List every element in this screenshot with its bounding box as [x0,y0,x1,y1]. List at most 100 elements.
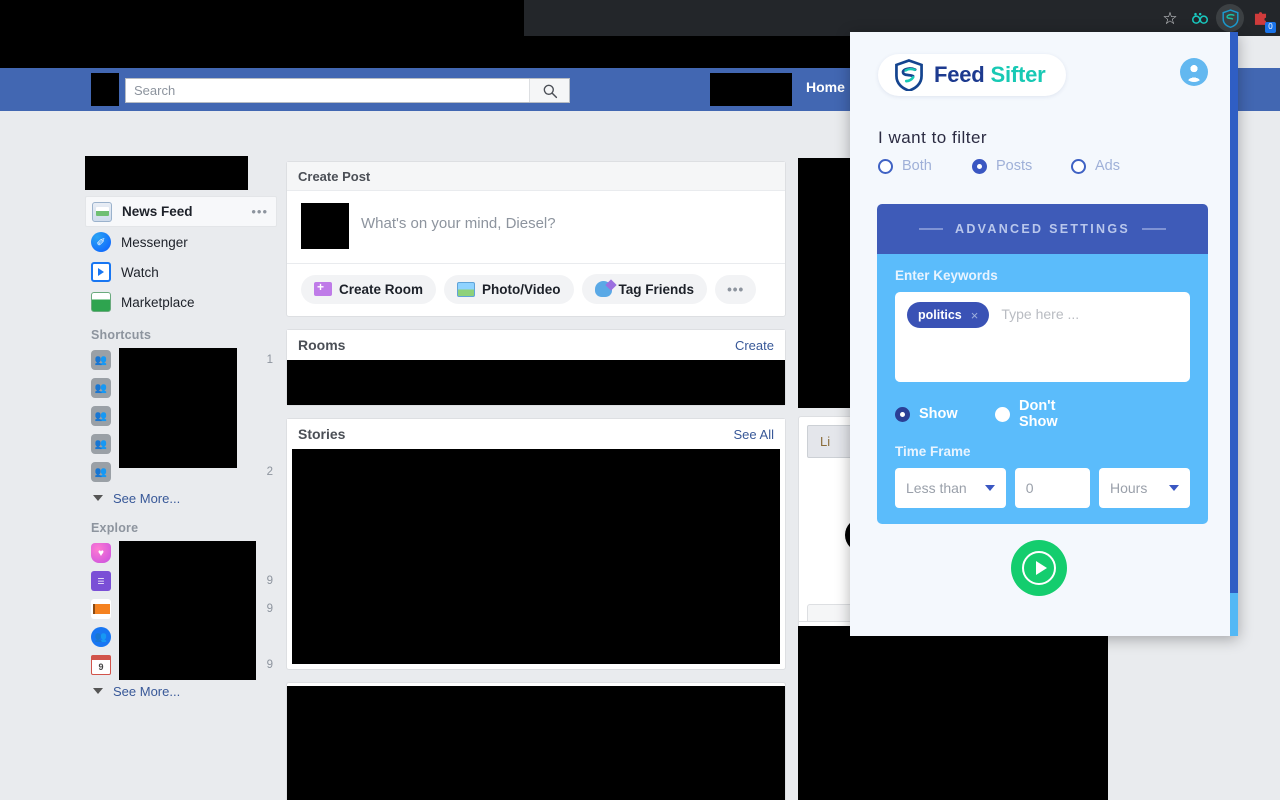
shortcut-item[interactable]: 1 [85,346,277,374]
filter-type-radio-group: Both Posts Ads [878,158,1198,174]
radio-option-ads[interactable]: Ads [1071,158,1120,174]
rooms-card: Rooms Create [286,329,786,406]
composer-actions: Create Room Photo/Video Tag Friends ••• [287,263,785,316]
group-icon [91,406,111,426]
composer-more-button[interactable]: ••• [715,274,757,304]
stories-title: Stories [298,426,346,442]
nav-home-link[interactable]: Home [806,79,845,95]
messenger-icon [91,232,111,252]
keyword-input[interactable] [1001,306,1172,322]
advanced-settings-body: Enter Keywords politics × Show Don't Sho… [877,254,1208,524]
explore-item[interactable]: 9 [85,567,277,595]
radio-label-show: Show [919,406,958,422]
bookmark-star-icon[interactable]: ☆ [1156,4,1184,32]
sidebar-item-marketplace[interactable]: Marketplace [85,287,277,317]
sidebar-item-label: News Feed [122,204,193,219]
group-icon [91,434,111,454]
composer-row[interactable]: What's on your mind, Diesel? [287,191,785,263]
radio-option-posts[interactable]: Posts [972,158,1071,174]
time-unit-select[interactable]: Hours [1098,468,1190,508]
radio-button-show[interactable] [895,406,910,422]
shortcut-item[interactable] [85,402,277,430]
time-value-input[interactable]: 0 [1014,468,1090,508]
feed-post-card [286,682,786,800]
stories-list-redacted [292,449,780,664]
explore-heading: Explore [91,521,139,535]
advanced-settings-header[interactable]: ADVANCED SETTINGS [877,204,1208,254]
shortcut-item[interactable] [85,430,277,458]
radio-button-both[interactable] [878,158,893,174]
extension-badge-count: 0 [1265,22,1276,33]
divider-left [919,228,943,230]
chevron-down-icon [984,485,995,491]
time-frame-label: Time Frame [895,444,971,459]
see-more-label: See More... [113,490,181,506]
create-room-label: Create Room [339,281,424,297]
sidebar-profile-redacted[interactable] [85,156,248,190]
shortcut-item[interactable] [85,374,277,402]
radio-option-dont-show[interactable]: Don't Show [995,398,1094,430]
browser-chrome: ☆ 0 [0,0,1280,36]
advanced-settings-panel: ADVANCED SETTINGS Enter Keywords politic… [877,204,1208,524]
shortcut-item[interactable]: 2 [85,458,277,486]
marketplace-icon [91,292,111,312]
profile-name-redacted[interactable] [710,73,792,106]
create-post-header: Create Post [287,162,785,191]
keywords-input-box[interactable]: politics × [895,292,1190,382]
shortcut-count: 1 [266,354,273,366]
radio-button-dont-show[interactable] [995,406,1010,422]
play-circle-icon [1022,551,1056,585]
sidebar-item-news-feed[interactable]: News Feed ••• [85,196,277,227]
keyword-remove-icon[interactable]: × [971,308,979,323]
sidebar-item-menu-icon[interactable]: ••• [251,204,268,219]
keyword-tag[interactable]: politics × [907,302,990,328]
popup-scrollbar-track[interactable] [1230,32,1238,636]
search-input[interactable] [126,83,529,98]
see-more-explore[interactable]: See More... [85,679,277,703]
sidebar-item-label: Watch [121,264,159,280]
stories-see-all-link[interactable]: See All [734,427,774,442]
radio-label-posts: Posts [996,158,1033,174]
extensions-puzzle-icon[interactable]: 0 [1246,4,1276,33]
explore-item[interactable] [85,539,277,567]
facebook-logo-redacted[interactable] [91,73,119,106]
stories-card: Stories See All [286,418,786,670]
composer-placeholder[interactable]: What's on your mind, Diesel? [361,203,556,232]
news-feed-icon [92,201,112,222]
create-room-button[interactable]: Create Room [301,274,437,304]
explore-item[interactable]: 9 [85,595,277,623]
chevron-down-icon [1169,485,1179,491]
popup-scrollbar-thumb[interactable] [1230,593,1238,636]
explore-item[interactable] [85,623,277,651]
rooms-create-link[interactable]: Create [735,338,774,353]
user-account-icon[interactable] [1180,58,1208,86]
radio-button-ads[interactable] [1071,158,1086,174]
keyword-tag-label: politics [918,308,962,322]
search-bar[interactable] [125,78,570,103]
stories-header: Stories See All [287,419,785,449]
run-filter-button[interactable] [1011,540,1067,596]
radio-option-both[interactable]: Both [878,158,972,174]
time-comparator-select[interactable]: Less than [895,468,1006,508]
keywords-label: Enter Keywords [895,268,998,283]
sidebar-item-watch[interactable]: Watch [85,257,277,287]
tag-friends-label: Tag Friends [618,281,695,297]
feed-sifter-extension-icon[interactable] [1216,4,1244,32]
radio-button-posts[interactable] [972,158,987,174]
glasses-extension-icon[interactable] [1186,4,1214,32]
explore-count: 9 [266,659,273,671]
radio-label-dont-show: Don't Show [1019,398,1058,430]
shortcut-count: 2 [266,466,273,478]
radio-option-show[interactable]: Show [895,406,995,422]
sidebar-item-messenger[interactable]: Messenger [85,227,277,257]
photo-video-button[interactable]: Photo/Video [444,274,574,304]
time-value: 0 [1025,480,1034,496]
photo-video-icon [457,281,476,297]
center-feed-column: Create Post What's on your mind, Diesel?… [286,161,786,800]
explore-count: 9 [266,603,273,615]
see-more-shortcuts[interactable]: See More... [85,486,277,510]
tag-friends-button[interactable]: Tag Friends [581,274,708,304]
advanced-settings-title: ADVANCED SETTINGS [955,222,1130,236]
explore-item[interactable]: 9 9 [85,651,277,679]
search-icon[interactable] [529,79,569,102]
